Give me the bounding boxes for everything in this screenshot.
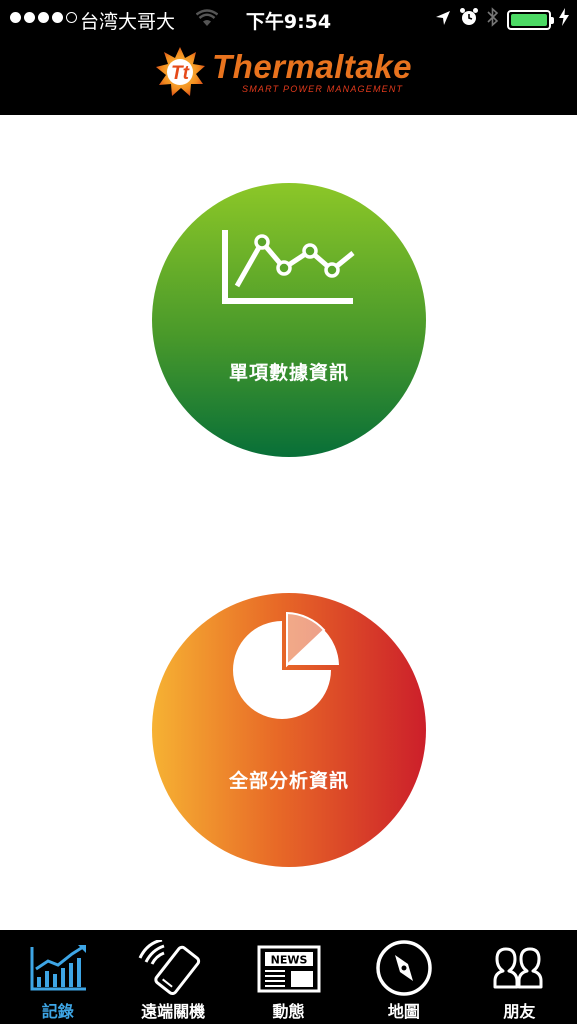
single-data-info-button[interactable]: 單項數據資訊 xyxy=(152,183,426,457)
bottom-tab-bar: 記錄 遠端關機 NEWS 動態 地圖 朋友 xyxy=(0,930,577,1024)
tab-news[interactable]: NEWS 動態 xyxy=(231,930,346,1024)
status-bar: 台湾大哥大 下午9:54 xyxy=(0,0,577,38)
brand-logo: Tt Thermaltake SMART POWER MANAGEMENT xyxy=(150,44,440,100)
bluetooth-icon xyxy=(487,7,499,32)
tab-label: 地圖 xyxy=(387,1002,420,1021)
tab-label: 朋友 xyxy=(503,1002,536,1021)
battery-icon xyxy=(507,9,554,30)
top-header: 台湾大哥大 下午9:54 Tt Thermaltake SMART POWER … xyxy=(0,0,577,115)
charging-bolt-icon xyxy=(559,8,569,31)
tab-map[interactable]: 地圖 xyxy=(346,930,461,1024)
tab-label: 記錄 xyxy=(41,1002,74,1021)
bar-chart-icon xyxy=(30,945,86,991)
svg-text:NEWS: NEWS xyxy=(270,954,307,967)
brand-tagline: SMART POWER MANAGEMENT xyxy=(242,84,404,94)
app-root: 台湾大哥大 下午9:54 Tt Thermaltake SMART POWER … xyxy=(0,0,577,1024)
friends-icon xyxy=(493,947,543,989)
tab-label: 動態 xyxy=(272,1002,305,1021)
phone-remote-icon xyxy=(138,940,201,996)
alarm-icon xyxy=(459,7,479,32)
single-data-info-label: 單項數據資訊 xyxy=(228,362,349,384)
tab-friends[interactable]: 朋友 xyxy=(462,930,577,1024)
line-chart-icon xyxy=(222,230,355,304)
thermaltake-logo-icon: Tt xyxy=(156,47,205,96)
tab-label: 遠端關機 xyxy=(141,1002,206,1021)
all-analysis-info-label: 全部分析資訊 xyxy=(228,770,349,792)
compass-icon xyxy=(376,940,432,996)
all-analysis-info-button[interactable]: 全部分析資訊 xyxy=(152,593,426,867)
newspaper-icon: NEWS xyxy=(257,945,321,993)
pie-chart-icon xyxy=(233,611,339,719)
tab-records[interactable]: 記錄 xyxy=(0,930,115,1024)
location-arrow-icon xyxy=(435,9,451,31)
tab-remote-shutdown[interactable]: 遠端關機 xyxy=(115,930,230,1024)
svg-text:Tt: Tt xyxy=(171,63,190,84)
brand-name: Thermaltake xyxy=(212,48,412,85)
